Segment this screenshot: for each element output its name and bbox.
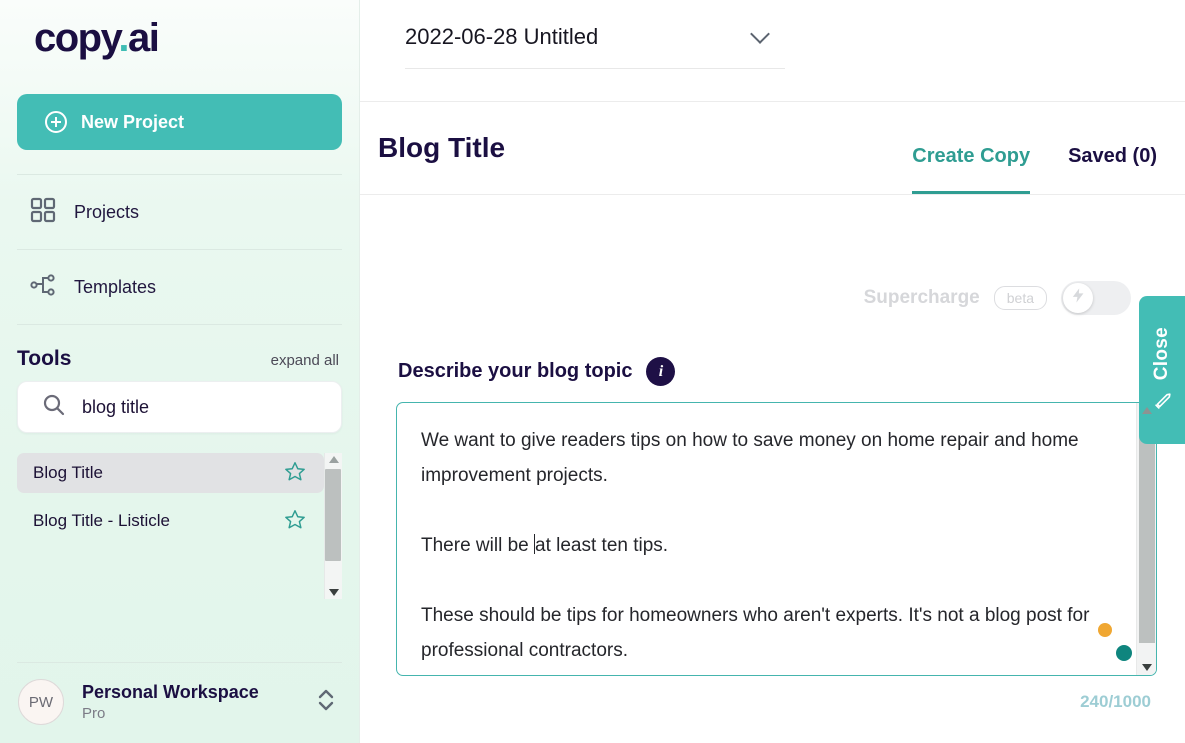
scroll-up-icon[interactable] — [328, 456, 339, 463]
tool-item-label: Blog Title — [33, 463, 103, 482]
scroll-down-icon[interactable] — [1141, 664, 1152, 671]
tools-section-header: Tools expand all — [0, 325, 359, 381]
toggle-knob — [1063, 283, 1093, 313]
supercharge-row: Supercharge beta — [396, 195, 1157, 315]
new-project-label: New Project — [81, 111, 185, 132]
top-bar: 2022-06-28 Untitled — [360, 0, 1185, 102]
supercharge-toggle[interactable] — [1061, 281, 1131, 315]
new-project-button[interactable]: New Project — [17, 94, 342, 150]
field-label: Describe your blog topic — [398, 360, 633, 382]
avatar: PW — [18, 679, 64, 725]
star-icon[interactable] — [284, 460, 306, 487]
sidebar-item-projects[interactable]: Projects — [0, 175, 359, 249]
orange-status-dot — [1098, 623, 1112, 637]
grid-icon — [30, 197, 56, 228]
tool-search-box[interactable] — [17, 381, 342, 433]
form-body: Supercharge beta Describe your blog topi… — [360, 195, 1185, 712]
workspace-info: Personal Workspace Pro — [82, 682, 297, 722]
tool-results-list: Blog Title Blog Title - Listicle — [17, 453, 342, 599]
tools-heading: Tools — [17, 347, 72, 370]
chevron-down-icon[interactable] — [750, 23, 770, 44]
page-title: Blog Title — [378, 132, 506, 163]
blog-topic-textarea[interactable]: We want to give readers tips on how to s… — [396, 402, 1157, 676]
lightning-bolt-icon — [1070, 287, 1087, 309]
scroll-up-icon[interactable] — [1141, 407, 1152, 414]
tab-label: Saved (0) — [1068, 145, 1157, 167]
tab-saved[interactable]: Saved (0) — [1068, 145, 1157, 194]
scrollbar-thumb[interactable] — [1139, 421, 1155, 643]
supercharge-label: Supercharge — [863, 287, 980, 308]
close-panel-tab[interactable]: Close — [1139, 296, 1185, 444]
sidebar-footer: PW Personal Workspace Pro — [0, 662, 359, 743]
pencil-icon — [1151, 386, 1173, 413]
search-input[interactable] — [82, 396, 312, 418]
project-title: 2022-06-28 Untitled — [405, 24, 599, 49]
logo-text-copy: copy — [34, 16, 120, 60]
logo-text-ai: ai — [128, 16, 160, 60]
sidebar-item-label: Projects — [74, 201, 140, 222]
tool-list-scrollbar[interactable] — [324, 453, 342, 599]
scroll-down-icon[interactable] — [328, 589, 339, 596]
tab-create-copy[interactable]: Create Copy — [912, 145, 1030, 194]
logo[interactable]: copy.ai — [0, 0, 359, 88]
text-before-caret: We want to give readers tips on how to s… — [421, 430, 1079, 556]
workspace-plan: Pro — [82, 705, 106, 722]
logo-dot: . — [118, 16, 129, 60]
tool-results: Blog Title Blog Title - Listicle — [17, 453, 324, 599]
star-icon[interactable] — [284, 508, 306, 535]
main-content: 2022-06-28 Untitled Blog Title Create Co… — [360, 0, 1185, 743]
sidebar: copy.ai New Project Projects Templates T… — [0, 0, 360, 743]
beta-badge: beta — [993, 286, 1047, 310]
tool-item-label: Blog Title - Listicle — [33, 511, 170, 530]
chevron-up-down-icon[interactable] — [315, 685, 337, 720]
tool-item-blog-title-listicle[interactable]: Blog Title - Listicle — [17, 501, 324, 541]
sidebar-item-label: Templates — [74, 276, 157, 297]
tab-bar: Blog Title Create Copy Saved (0) — [360, 102, 1185, 195]
field-label-row: Describe your blog topic i — [398, 357, 1157, 386]
app-root: copy.ai New Project Projects Templates T… — [0, 0, 1185, 743]
workspace-name: Personal Workspace — [82, 682, 259, 702]
node-tree-icon — [30, 272, 56, 303]
search-icon — [42, 393, 66, 422]
workspace-switcher[interactable]: PW Personal Workspace Pro — [0, 663, 359, 743]
textarea-content[interactable]: We want to give readers tips on how to s… — [397, 403, 1136, 675]
project-selector[interactable]: 2022-06-28 Untitled — [405, 23, 785, 69]
tab-label: Create Copy — [912, 145, 1031, 167]
character-counter: 240/1000 — [1080, 692, 1151, 711]
tabs: Create Copy Saved (0) — [912, 102, 1157, 194]
teal-status-dot — [1116, 645, 1132, 661]
info-icon[interactable]: i — [646, 357, 676, 386]
scrollbar-thumb[interactable] — [325, 469, 341, 561]
sidebar-item-templates[interactable]: Templates — [0, 250, 359, 324]
plus-circle-icon — [45, 111, 67, 133]
close-label: Close — [1151, 326, 1172, 381]
expand-all-button[interactable]: expand all — [271, 352, 339, 369]
tool-item-blog-title[interactable]: Blog Title — [17, 453, 324, 493]
